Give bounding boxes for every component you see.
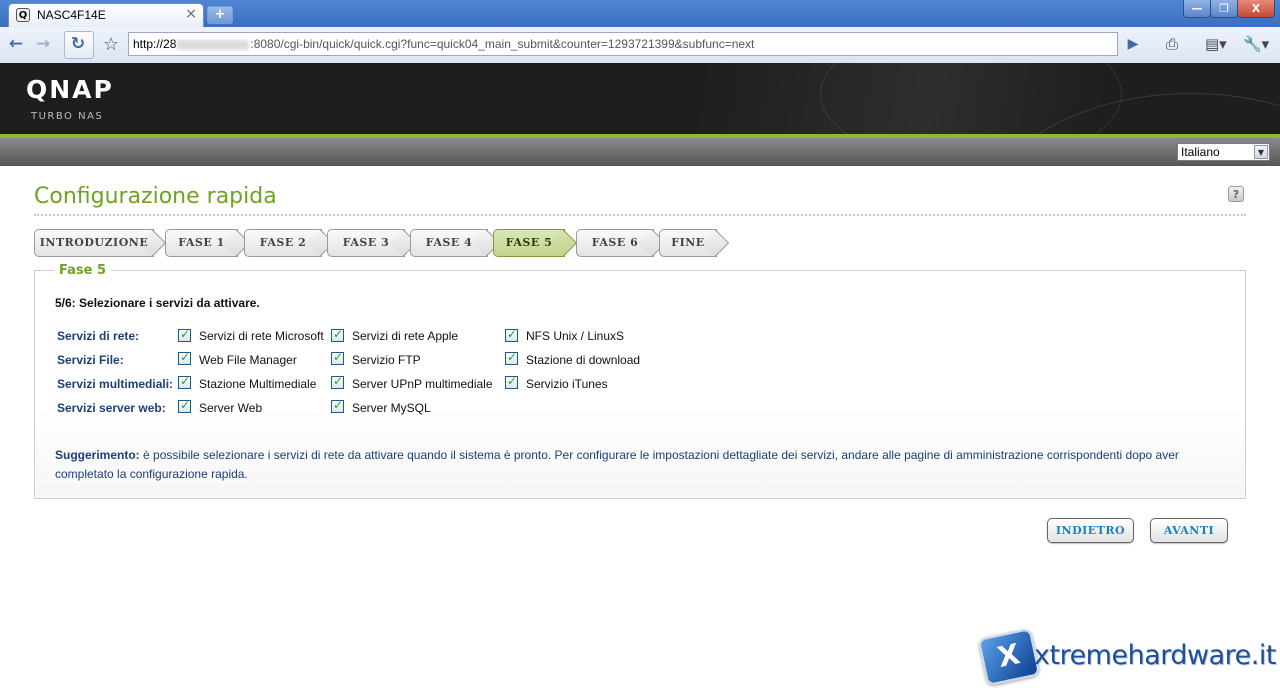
- watermark-badge-icon: X: [977, 627, 1041, 687]
- checkbox-label: Server Web: [199, 401, 263, 415]
- checkbox-label: Servizi di rete Microsoft: [199, 329, 324, 343]
- page-action-icon[interactable]: ⎙: [1166, 35, 1178, 53]
- checkbox-label: Servizio FTP: [352, 353, 421, 367]
- redacted-ip: [177, 39, 250, 50]
- checkbox-label: Web File Manager: [199, 353, 297, 367]
- step-fase-6[interactable]: FASE 6: [576, 229, 654, 257]
- tab-close-icon[interactable]: ×: [185, 6, 197, 22]
- go-arrow-icon[interactable]: ▶: [1124, 35, 1142, 53]
- checkbox-label: Servizi di rete Apple: [352, 329, 459, 343]
- back-arrow-icon[interactable]: ←: [4, 32, 28, 56]
- checkbox-label: Server MySQL: [352, 401, 431, 415]
- checkbox-label: Stazione di download: [526, 353, 641, 367]
- checkbox-mysql[interactable]: [331, 398, 344, 413]
- checkbox-nfs[interactable]: [505, 327, 518, 342]
- row-label-file: Servizi File:: [57, 353, 124, 367]
- back-button[interactable]: INDIETRO: [1047, 518, 1134, 543]
- checkbox-ftp[interactable]: [331, 350, 344, 365]
- app-header: QNAP TURBO NAS: [0, 63, 1280, 134]
- reload-icon[interactable]: ↻: [66, 32, 90, 56]
- minimize-button[interactable]: —: [1183, 0, 1211, 18]
- bookmark-star-icon[interactable]: ☆: [103, 34, 119, 55]
- checkbox-label: NFS Unix / LinuxS: [526, 329, 625, 343]
- step-fine[interactable]: FINE: [659, 229, 717, 257]
- step-fase-3[interactable]: FASE 3: [327, 229, 405, 257]
- checkbox-multimedia-station[interactable]: [178, 374, 191, 389]
- row-label-multimedia: Servizi multimediali:: [57, 377, 174, 391]
- tip-text: Suggerimento: è possibile selezionare i …: [55, 448, 1179, 481]
- help-icon[interactable]: ?: [1228, 186, 1244, 202]
- header-toolbar: [0, 138, 1280, 166]
- qnap-favicon-icon: Q: [16, 8, 30, 22]
- step-introduzione[interactable]: INTRODUZIONE: [34, 229, 154, 257]
- checkbox-label: Server UPnP multimediale: [352, 377, 493, 391]
- page-title: Configurazione rapida: [34, 184, 277, 209]
- forward-arrow-icon[interactable]: →: [31, 32, 55, 56]
- watermark-text: xtremehardware.it: [1034, 640, 1276, 671]
- tab-title: NASC4F14E: [37, 8, 106, 22]
- checkbox-web-file-manager[interactable]: [178, 350, 191, 365]
- checkbox-microsoft[interactable]: [178, 327, 191, 342]
- new-tab-button[interactable]: +: [207, 6, 233, 24]
- row-label-web: Servizi server web:: [57, 401, 166, 415]
- wrench-icon[interactable]: 🔧▾: [1243, 35, 1269, 53]
- checkbox-apple[interactable]: [331, 327, 344, 342]
- checkbox-download-station[interactable]: [505, 350, 518, 365]
- maximize-button[interactable]: ❐: [1210, 0, 1238, 18]
- panel-subtitle: 5/6: Selezionare i servizi da attivare.: [55, 296, 260, 310]
- address-bar[interactable]: http://28:8080/cgi-bin/quick/quick.cgi?f…: [128, 32, 1118, 56]
- checkbox-web-server[interactable]: [178, 398, 191, 413]
- logo-subtitle: TURBO NAS: [31, 111, 104, 122]
- checkbox-label: Servizio iTunes: [526, 377, 608, 391]
- row-label-rete: Servizi di rete:: [57, 329, 140, 343]
- panel-legend: Fase 5: [54, 263, 112, 278]
- step-fase-2[interactable]: FASE 2: [244, 229, 322, 257]
- title-divider: [34, 214, 1246, 216]
- language-select[interactable]: Italiano ▼: [1177, 143, 1270, 161]
- checkbox-itunes[interactable]: [505, 374, 518, 389]
- qnap-logo: QNAP: [26, 75, 114, 104]
- next-button[interactable]: AVANTI: [1150, 518, 1228, 543]
- tip-label: Suggerimento:: [55, 448, 140, 462]
- close-window-button[interactable]: X: [1237, 0, 1275, 18]
- checkbox-upnp[interactable]: [331, 374, 344, 389]
- chevron-down-icon: ▼: [1254, 145, 1268, 159]
- step-fase-5[interactable]: FASE 5: [493, 229, 565, 257]
- url-text: http://28:8080/cgi-bin/quick/quick.cgi?f…: [133, 37, 755, 51]
- language-value: Italiano: [1181, 145, 1220, 159]
- page-menu-icon[interactable]: ▤▾: [1205, 35, 1227, 53]
- step-fase-4[interactable]: FASE 4: [410, 229, 488, 257]
- checkbox-label: Stazione Multimediale: [199, 377, 317, 391]
- browser-tab[interactable]: Q NASC4F14E ×: [8, 3, 204, 27]
- step-fase-1[interactable]: FASE 1: [165, 229, 238, 257]
